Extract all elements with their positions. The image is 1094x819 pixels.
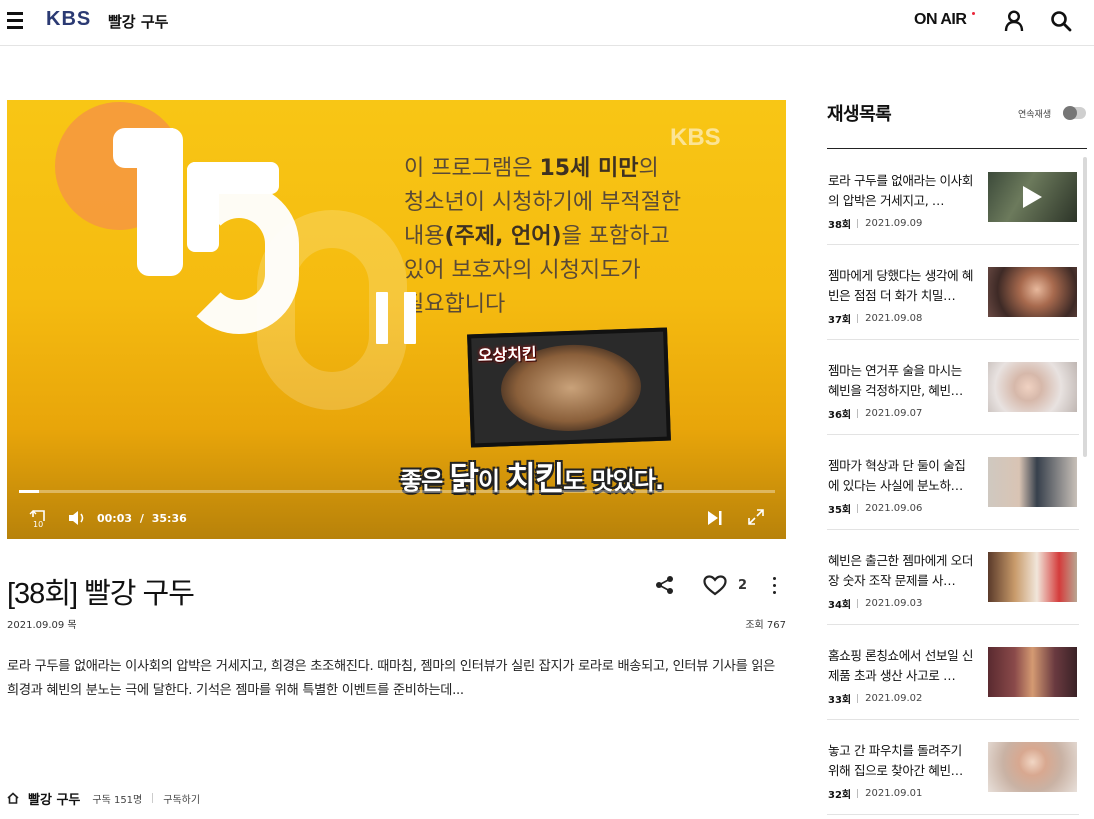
- playlist-item-title: 젬마가 혁상과 단 둘이 술집에 있다는 사실에 분노하…: [828, 458, 966, 493]
- now-playing-icon: [1023, 186, 1042, 208]
- playlist-item-episode: 38회: [828, 220, 852, 231]
- playlist-item-date: 2021.09.02: [865, 693, 923, 704]
- like-count: 2: [738, 578, 748, 593]
- playlist-item-date: 2021.09.06: [865, 503, 923, 514]
- video-player[interactable]: KBS 이 프로그램은 15세 미만의 청소년이 시청하기에 부적절한 내용(주…: [7, 100, 786, 539]
- svg-text:10: 10: [33, 520, 43, 528]
- episode-title: [38회] 빨강 구두: [7, 578, 195, 610]
- rating-digit-shape: [137, 128, 183, 276]
- playlist-thumbnail[interactable]: [988, 457, 1077, 507]
- user-icon[interactable]: [1004, 10, 1024, 32]
- age-rating-notice: 이 프로그램은 15세 미만의 청소년이 시청하기에 부적절한 내용(주제, 언…: [404, 156, 682, 317]
- playlist-item-episode: 37회: [828, 315, 852, 326]
- playlist-item-episode: 36회: [828, 410, 852, 421]
- more-options-icon[interactable]: [771, 577, 777, 595]
- episode-date: 2021.09.09 목: [7, 620, 77, 631]
- playlist-item-title: 홈쇼핑 론칭쇼에서 선보일 신제품 초과 생산 사고로 …: [828, 648, 974, 683]
- heart-icon[interactable]: [703, 575, 727, 596]
- kbs-logo[interactable]: KBS: [46, 8, 91, 31]
- menu-icon[interactable]: [7, 12, 23, 30]
- home-icon[interactable]: [7, 792, 19, 804]
- time-display: 00:03 / 35:36: [97, 512, 187, 525]
- playlist-item-date: 2021.09.01: [865, 788, 923, 799]
- current-time: 00:03: [97, 512, 133, 525]
- kbs-watermark: KBS: [670, 124, 721, 151]
- rewind-10-icon[interactable]: 10: [29, 508, 49, 528]
- onair-button[interactable]: ON AIR: [914, 11, 967, 29]
- playlist-item-date: 2021.09.09: [865, 218, 923, 229]
- playlist-item[interactable]: 로라 구두를 없애라는 이사회의 압박은 거세지고, … 38회 2021.09.…: [827, 150, 1079, 245]
- playlist-item-date: 2021.09.03: [865, 598, 923, 609]
- share-icon[interactable]: [655, 575, 675, 595]
- pause-icon[interactable]: [376, 292, 418, 346]
- playlist-thumbnail[interactable]: [988, 742, 1077, 792]
- playlist-item[interactable]: 젬마가 혁상과 단 둘이 술집에 있다는 사실에 분노하… 35회 2021.09…: [827, 435, 1079, 530]
- playlist-item-date: 2021.09.07: [865, 408, 923, 419]
- divider: [152, 793, 154, 803]
- channel-name[interactable]: 빨강 구두: [28, 789, 80, 808]
- search-icon[interactable]: [1050, 10, 1072, 32]
- episode-description: 로라 구두를 없애라는 이사회의 압박은 거세지고, 희경은 초조해진다. 때마…: [7, 659, 776, 698]
- progress-fill: [19, 490, 39, 493]
- playlist-thumbnail[interactable]: [988, 647, 1077, 697]
- playlist-divider: [827, 148, 1087, 149]
- playlist-item[interactable]: 놓고 간 파우치를 돌려주기 위해 집으로 찾아간 혜빈… 32회 2021.09…: [827, 720, 1079, 815]
- playlist-item-title: 젬마에게 당했다는 생각에 혜빈은 점점 더 화가 치밀…: [828, 268, 974, 303]
- program-title[interactable]: 빨강 구두: [108, 11, 168, 32]
- playlist-item-episode: 32회: [828, 790, 852, 801]
- playlist-item-title: 젬마는 연거푸 술을 마시는 혜빈을 걱정하지만, 혜빈…: [828, 363, 963, 398]
- progress-bar[interactable]: [19, 490, 775, 493]
- volume-icon[interactable]: [67, 508, 87, 528]
- onair-indicator-icon: [972, 12, 975, 15]
- channel-bar: 빨강 구두 구독 151명 구독하기: [7, 788, 200, 808]
- playlist-item-episode: 34회: [828, 600, 852, 611]
- subscriber-count: 구독 151명: [92, 794, 143, 806]
- food-label: 오상치킨: [477, 344, 538, 366]
- playlist-thumbnail[interactable]: [988, 267, 1077, 317]
- video-frame-food: 오상치킨: [467, 327, 671, 448]
- playlist-item[interactable]: 젬마는 연거푸 술을 마시는 혜빈을 걱정하지만, 혜빈… 36회 2021.09…: [827, 340, 1079, 435]
- subscribe-button[interactable]: 구독하기: [163, 791, 200, 806]
- playlist-scrollbar[interactable]: [1083, 157, 1087, 457]
- playlist-item-title: 로라 구두를 없애라는 이사회의 압박은 거세지고, …: [828, 173, 974, 208]
- view-count: 조회 767: [745, 620, 786, 631]
- playlist-thumbnail[interactable]: [988, 552, 1077, 602]
- fullscreen-icon[interactable]: [747, 508, 765, 526]
- playlist-item[interactable]: 혜빈은 출근한 젬마에게 오더장 숫자 조작 문제를 사… 34회 2021.09…: [827, 530, 1079, 625]
- playlist-item[interactable]: 젬마에게 당했다는 생각에 혜빈은 점점 더 화가 치밀… 37회 2021.09…: [827, 245, 1079, 340]
- playlist-thumbnail[interactable]: [988, 172, 1077, 222]
- playlist-thumbnail[interactable]: [988, 362, 1077, 412]
- top-header: KBS 빨강 구두 ON AIR: [0, 0, 1094, 46]
- playlist-title: 재생목록: [827, 104, 892, 125]
- playlist-item-date: 2021.09.08: [865, 313, 923, 324]
- playlist-item-episode: 35회: [828, 505, 852, 516]
- playlist-item-title: 놓고 간 파우치를 돌려주기 위해 집으로 찾아간 혜빈…: [828, 743, 963, 778]
- next-episode-icon[interactable]: [706, 508, 724, 528]
- playlist-item-episode: 33회: [828, 695, 852, 706]
- rating-digit-shape: [187, 162, 219, 252]
- autoplay-toggle[interactable]: [1063, 106, 1086, 120]
- duration: 35:36: [151, 512, 187, 525]
- autoplay-label: 연속재생: [1018, 110, 1052, 120]
- playlist-item[interactable]: 홈쇼핑 론칭쇼에서 선보일 신제품 초과 생산 사고로 … 33회 2021.09…: [827, 625, 1079, 720]
- playlist-item-title: 혜빈은 출근한 젬마에게 오더장 숫자 조작 문제를 사…: [828, 553, 974, 588]
- playlist: 로라 구두를 없애라는 이사회의 압박은 거세지고, … 38회 2021.09.…: [827, 150, 1079, 815]
